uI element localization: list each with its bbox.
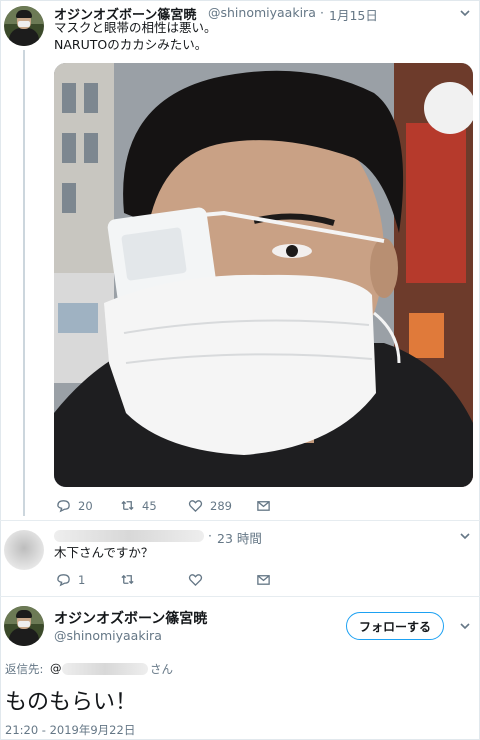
separator-dot: ·: [208, 528, 212, 543]
reply-time[interactable]: 23 時間: [217, 528, 262, 547]
reply-to-at[interactable]: @: [50, 661, 62, 675]
redacted-name: [54, 530, 204, 542]
tweet-actions: 20 45 289: [56, 498, 296, 516]
selfie-image: [54, 63, 473, 487]
like-button[interactable]: [188, 572, 210, 587]
message-icon: [257, 501, 270, 511]
retweet-button[interactable]: [120, 572, 142, 587]
reply-to-label: 返信先:: [5, 662, 44, 676]
like-icon: [188, 500, 203, 513]
message-icon: [257, 575, 270, 585]
reply-button[interactable]: 20: [56, 498, 93, 513]
like-icon: [188, 574, 203, 587]
retweet-count: 45: [142, 498, 157, 513]
message-button[interactable]: [256, 572, 278, 587]
thread-line: [23, 50, 25, 516]
main-tweet-text: ものもらい！: [5, 690, 138, 715]
separator-dot: ·: [320, 5, 324, 20]
tweet-text-line2: NARUTOのカカシみたい。: [54, 37, 208, 52]
reply-count: 20: [78, 498, 93, 513]
reply-actions: 1: [56, 572, 296, 590]
like-count: 289: [210, 498, 232, 513]
chevron-down-icon[interactable]: [458, 6, 472, 20]
retweet-button[interactable]: 45: [120, 498, 157, 513]
retweet-icon: [121, 574, 134, 585]
follow-button[interactable]: フォローする: [346, 612, 444, 640]
tweet-text-line1: マスクと眼帯の相性は悪い。: [54, 20, 217, 35]
author-name[interactable]: オジンオズボーン篠宮暁: [54, 608, 207, 628]
author-handle[interactable]: @shinomiyaakira: [208, 5, 316, 20]
chevron-down-icon[interactable]: [458, 619, 472, 633]
author-handle[interactable]: @shinomiyaakira: [54, 628, 162, 643]
tweet-date[interactable]: 1月15日: [329, 5, 378, 24]
timestamp[interactable]: 21:20 - 2019年9月22日: [5, 722, 135, 738]
reply-count: 1: [78, 572, 86, 587]
reply-icon: [57, 574, 70, 587]
reply-to-suffix: さん: [150, 662, 173, 676]
retweet-icon: [121, 500, 134, 511]
divider: [0, 520, 480, 521]
reply-text: 木下さんですか？: [54, 545, 154, 560]
reply-icon: [57, 500, 70, 513]
redacted-handle: [62, 663, 148, 675]
reply-button[interactable]: 1: [56, 572, 85, 587]
avatar[interactable]: [4, 606, 44, 646]
like-button[interactable]: 289: [188, 498, 232, 513]
chevron-down-icon[interactable]: [458, 529, 472, 543]
avatar[interactable]: [4, 530, 44, 570]
divider: [0, 596, 480, 597]
message-button[interactable]: [256, 498, 278, 513]
avatar[interactable]: [4, 6, 44, 46]
tweet-photo[interactable]: [54, 63, 473, 487]
